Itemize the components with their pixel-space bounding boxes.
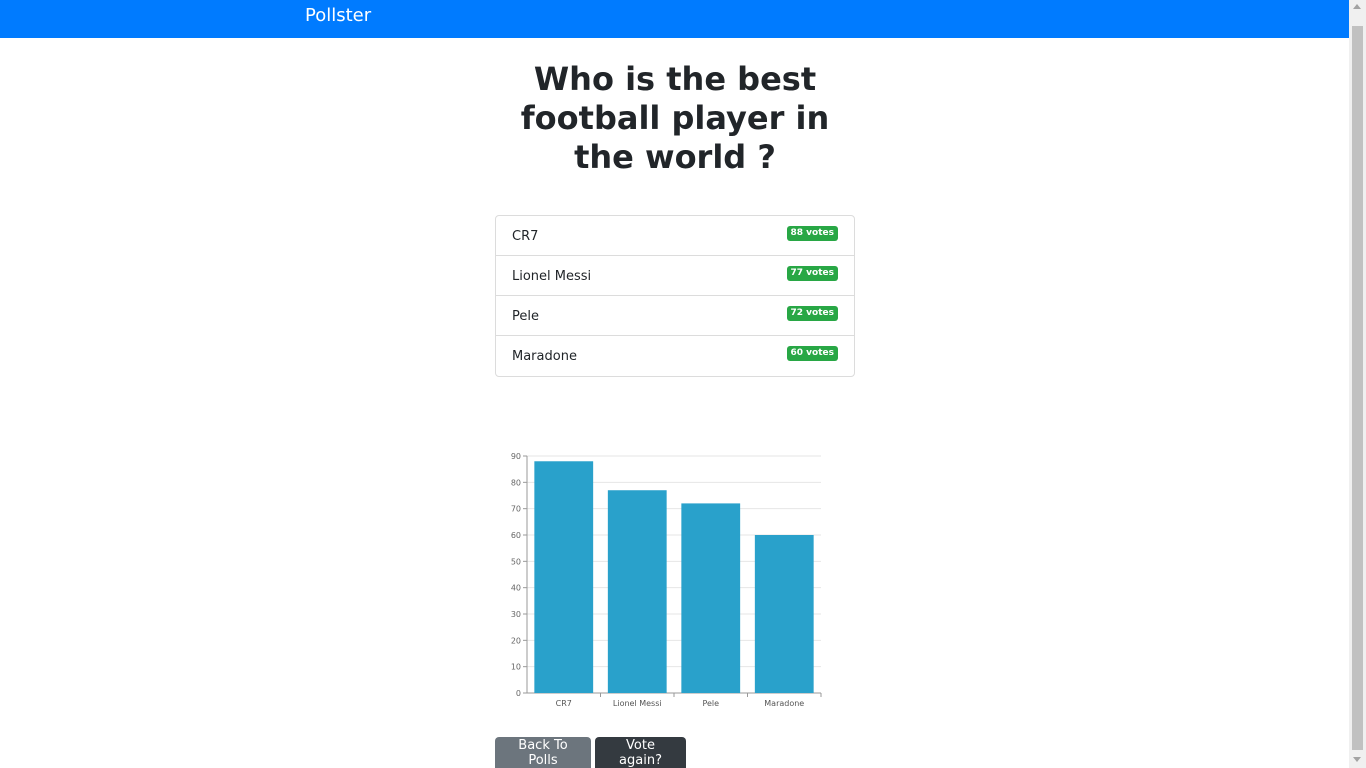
option-label: Lionel Messi (512, 269, 592, 284)
x-tick-label: Lionel Messi (613, 699, 662, 708)
poll-option: Lionel Messi 77 votes (496, 256, 854, 296)
vote-again-button[interactable]: Vote again? (595, 737, 686, 768)
scrollbar-thumb[interactable] (1352, 26, 1363, 750)
scroll-up-arrow-icon[interactable] (1353, 4, 1361, 9)
x-tick-label: Maradone (764, 699, 804, 708)
vote-count-badge: 77 votes (786, 266, 838, 281)
poll-option: Maradone 60 votes (496, 336, 854, 376)
bar (607, 490, 667, 693)
y-tick-label: 80 (511, 478, 521, 487)
poll-option: CR7 88 votes (496, 216, 854, 256)
bar (681, 503, 741, 693)
y-tick-label: 20 (511, 636, 521, 645)
brand-link[interactable]: Pollster (305, 6, 371, 26)
y-tick-label: 40 (511, 584, 521, 593)
vertical-scrollbar[interactable] (1349, 0, 1366, 768)
bar (534, 461, 594, 693)
x-tick-label: Pele (702, 699, 719, 708)
option-label: CR7 (512, 229, 539, 244)
y-tick-label: 10 (511, 663, 521, 672)
votes-chart: 0 10 20 30 40 50 60 70 80 90 CR7 Lionel Messi Pele Ma… (495, 440, 835, 720)
option-label: Maradone (512, 349, 577, 364)
vote-count-badge: 72 votes (786, 306, 838, 321)
navbar: Pollster (0, 0, 1349, 38)
y-tick-label: 50 (511, 557, 521, 566)
y-tick-label: 30 (511, 610, 521, 619)
x-tick-label: CR7 (556, 699, 572, 708)
poll-question: Who is the best football player in the w… (520, 60, 830, 176)
vote-count-badge: 88 votes (786, 226, 838, 241)
poll-option: Pele 72 votes (496, 296, 854, 336)
back-to-polls-button[interactable]: Back To Polls (495, 737, 591, 768)
poll-options-list: CR7 88 votes Lionel Messi 77 votes Pele … (495, 215, 855, 377)
y-tick-label: 90 (511, 452, 521, 461)
y-tick-label: 0 (516, 689, 521, 698)
vote-count-badge: 60 votes (786, 346, 838, 361)
scroll-down-arrow-icon[interactable] (1353, 757, 1361, 762)
option-label: Pele (512, 309, 539, 324)
y-tick-label: 60 (511, 531, 521, 540)
y-tick-label: 70 (511, 505, 521, 514)
votes-bar-chart: 0 10 20 30 40 50 60 70 80 90 CR7 Lionel Messi Pele Ma… (511, 452, 822, 708)
bar (754, 535, 814, 693)
